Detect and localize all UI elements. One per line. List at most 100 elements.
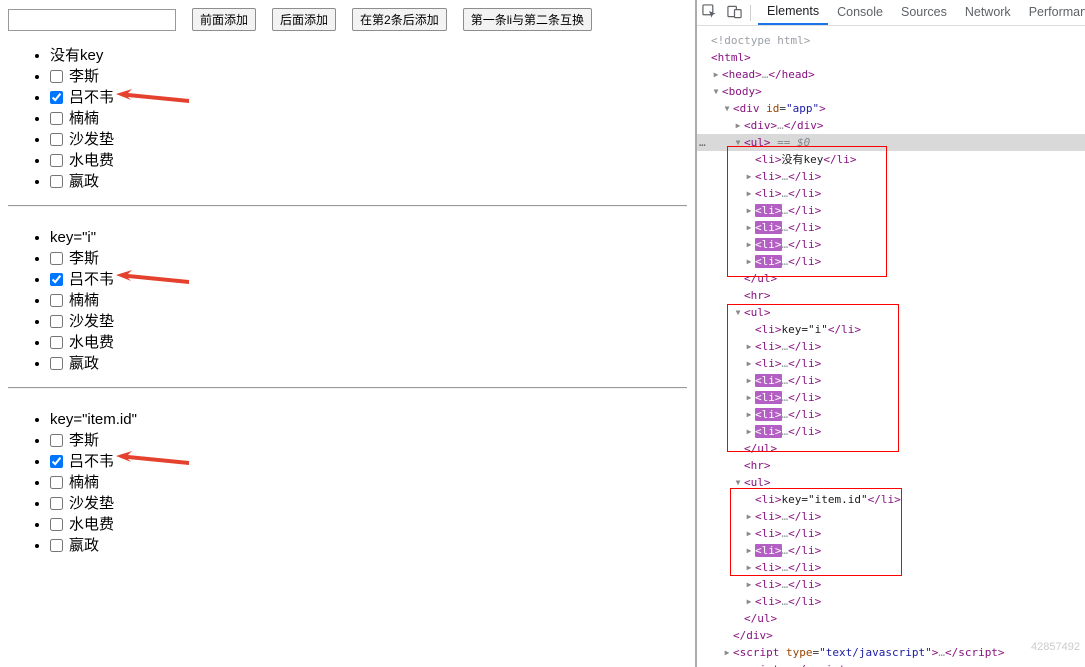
dom-tree-row[interactable]: ▶ <li>…</li>: [697, 559, 1085, 576]
dom-tree-row[interactable]: ▼ <div id="app">: [697, 100, 1085, 117]
dom-tree-row[interactable]: ▶ <li>…</li>: [697, 593, 1085, 610]
add-front-button[interactable]: 前面添加: [192, 8, 257, 31]
item-checkbox[interactable]: [50, 357, 63, 370]
item-checkbox[interactable]: [50, 476, 63, 489]
insert-after-second-button[interactable]: 在第2条后添加: [352, 8, 447, 31]
expand-arrow-right-icon[interactable]: ▶: [743, 593, 755, 610]
item-checkbox[interactable]: [50, 434, 63, 447]
expand-arrow-right-icon[interactable]: ▶: [721, 644, 733, 661]
item-checkbox[interactable]: [50, 497, 63, 510]
item-checkbox[interactable]: [50, 133, 63, 146]
expand-arrow-right-icon[interactable]: ▶: [743, 338, 755, 355]
item-checkbox[interactable]: [50, 539, 63, 552]
expand-arrow-right-icon[interactable]: ▶: [743, 559, 755, 576]
expand-arrow-down-icon[interactable]: ▼: [732, 134, 744, 151]
dom-tree-row[interactable]: ▶ <li>…</li>: [697, 423, 1085, 440]
dom-tree-row[interactable]: ▶ <li>…</li>: [697, 542, 1085, 559]
dom-tree-row[interactable]: ▶ <li>…</li>: [697, 355, 1085, 372]
dom-tree-row[interactable]: ▶ <li>…</li>: [697, 576, 1085, 593]
dom-tree-row[interactable]: <hr>: [697, 457, 1085, 474]
expand-arrow-down-icon[interactable]: ▼: [710, 83, 722, 100]
inspect-element-icon[interactable]: [697, 1, 722, 24]
expand-arrow-right-icon[interactable]: ▶: [732, 117, 744, 134]
dom-tree-row[interactable]: ▶ <li>…</li>: [697, 185, 1085, 202]
list-item: 水电费: [50, 514, 687, 535]
list-item: 楠楠: [50, 290, 687, 311]
expand-arrow-right-icon[interactable]: ▶: [743, 406, 755, 423]
add-back-button[interactable]: 后面添加: [272, 8, 337, 31]
dom-tree-row[interactable]: <li>key="i"</li>: [697, 321, 1085, 338]
dom-tree-row[interactable]: ▼ <body>: [697, 83, 1085, 100]
item-checkbox[interactable]: [50, 252, 63, 265]
dom-tree-row[interactable]: </div>: [697, 627, 1085, 644]
expand-arrow-right-icon[interactable]: ▶: [721, 661, 733, 667]
swap-first-second-button[interactable]: 第一条li与第二条互换: [462, 8, 593, 31]
dom-tree-row[interactable]: ▶ <li>…</li>: [697, 338, 1085, 355]
tab-sources[interactable]: Sources: [892, 0, 956, 25]
expand-arrow-right-icon[interactable]: ▶: [743, 508, 755, 525]
item-checkbox[interactable]: [50, 518, 63, 531]
item-label: 吕不韦: [69, 89, 115, 106]
dom-tree-row[interactable]: ▶ <li>…</li>: [697, 389, 1085, 406]
item-checkbox[interactable]: [50, 315, 63, 328]
dom-tree-row[interactable]: ▶ <li>…</li>: [697, 236, 1085, 253]
text-input[interactable]: [8, 8, 176, 31]
dom-tree-row[interactable]: </ul>: [697, 610, 1085, 627]
dom-tree-row[interactable]: ▶ <div>…</div>: [697, 117, 1085, 134]
expand-arrow-right-icon[interactable]: ▶: [743, 355, 755, 372]
dom-tree-row[interactable]: ▶ <li>…</li>: [697, 525, 1085, 542]
expand-arrow-right-icon[interactable]: ▶: [743, 202, 755, 219]
tab-performance[interactable]: Performance: [1020, 0, 1085, 25]
expand-arrow-right-icon[interactable]: ▶: [743, 525, 755, 542]
list-header: 没有key: [50, 45, 687, 66]
expand-arrow-right-icon[interactable]: ▶: [743, 372, 755, 389]
device-toolbar-icon[interactable]: [722, 1, 747, 24]
item-checkbox[interactable]: [50, 455, 63, 468]
dom-tree-row[interactable]: ▶<script>…</script>: [697, 661, 1085, 667]
dom-tree-row[interactable]: <!doctype html>: [697, 32, 1085, 49]
dom-tree-row[interactable]: ▶ <li>…</li>: [697, 168, 1085, 185]
expand-arrow-right-icon[interactable]: ▶: [743, 542, 755, 559]
expand-arrow-down-icon[interactable]: ▼: [732, 474, 744, 491]
item-checkbox[interactable]: [50, 70, 63, 83]
tab-console[interactable]: Console: [828, 0, 892, 25]
dom-tree-row[interactable]: ▶ <li>…</li>: [697, 508, 1085, 525]
item-checkbox[interactable]: [50, 336, 63, 349]
expand-arrow-right-icon[interactable]: ▶: [743, 185, 755, 202]
item-label: 沙发垫: [69, 131, 115, 148]
dom-tree-row[interactable]: ▶ <li>…</li>: [697, 372, 1085, 389]
expand-arrow-right-icon[interactable]: ▶: [743, 253, 755, 270]
item-checkbox[interactable]: [50, 273, 63, 286]
expand-arrow-right-icon[interactable]: ▶: [743, 219, 755, 236]
expand-arrow-right-icon[interactable]: ▶: [743, 423, 755, 440]
item-checkbox[interactable]: [50, 91, 63, 104]
dom-tree-row[interactable]: ▶ <li>…</li>: [697, 406, 1085, 423]
dom-tree-row[interactable]: </ul>: [697, 270, 1085, 287]
dom-tree-row[interactable]: … ▼ <ul> == $0: [697, 134, 1085, 151]
dom-tree-row[interactable]: ▶ <li>…</li>: [697, 253, 1085, 270]
dom-tree-row[interactable]: <li>没有key</li>: [697, 151, 1085, 168]
dom-tree-row[interactable]: ▶ <li>…</li>: [697, 219, 1085, 236]
expand-arrow-down-icon[interactable]: ▼: [721, 100, 733, 117]
expand-arrow-right-icon[interactable]: ▶: [743, 168, 755, 185]
dom-tree-row[interactable]: </ul>: [697, 440, 1085, 457]
dom-tree-row[interactable]: <hr>: [697, 287, 1085, 304]
dom-tree-row[interactable]: ▶ <head>…</head>: [697, 66, 1085, 83]
dom-tree-row[interactable]: ▶ <li>…</li>: [697, 202, 1085, 219]
item-checkbox[interactable]: [50, 112, 63, 125]
expand-arrow-right-icon[interactable]: ▶: [743, 236, 755, 253]
dom-tree-row[interactable]: <li>key="item.id"</li>: [697, 491, 1085, 508]
expand-arrow-down-icon[interactable]: ▼: [732, 304, 744, 321]
expand-arrow-right-icon[interactable]: ▶: [710, 66, 722, 83]
item-checkbox[interactable]: [50, 294, 63, 307]
dom-tree-row[interactable]: ▼ <ul>: [697, 304, 1085, 321]
tab-network[interactable]: Network: [956, 0, 1020, 25]
dom-tree-row[interactable]: ▼ <ul>: [697, 474, 1085, 491]
dom-tree-row[interactable]: <html>: [697, 49, 1085, 66]
item-checkbox[interactable]: [50, 175, 63, 188]
expand-arrow-right-icon[interactable]: ▶: [743, 389, 755, 406]
item-checkbox[interactable]: [50, 154, 63, 167]
dom-tree-row[interactable]: ▶ <script type="text/javascript">…</scrip…: [697, 644, 1085, 661]
expand-arrow-right-icon[interactable]: ▶: [743, 576, 755, 593]
tab-elements[interactable]: Elements: [758, 0, 829, 25]
